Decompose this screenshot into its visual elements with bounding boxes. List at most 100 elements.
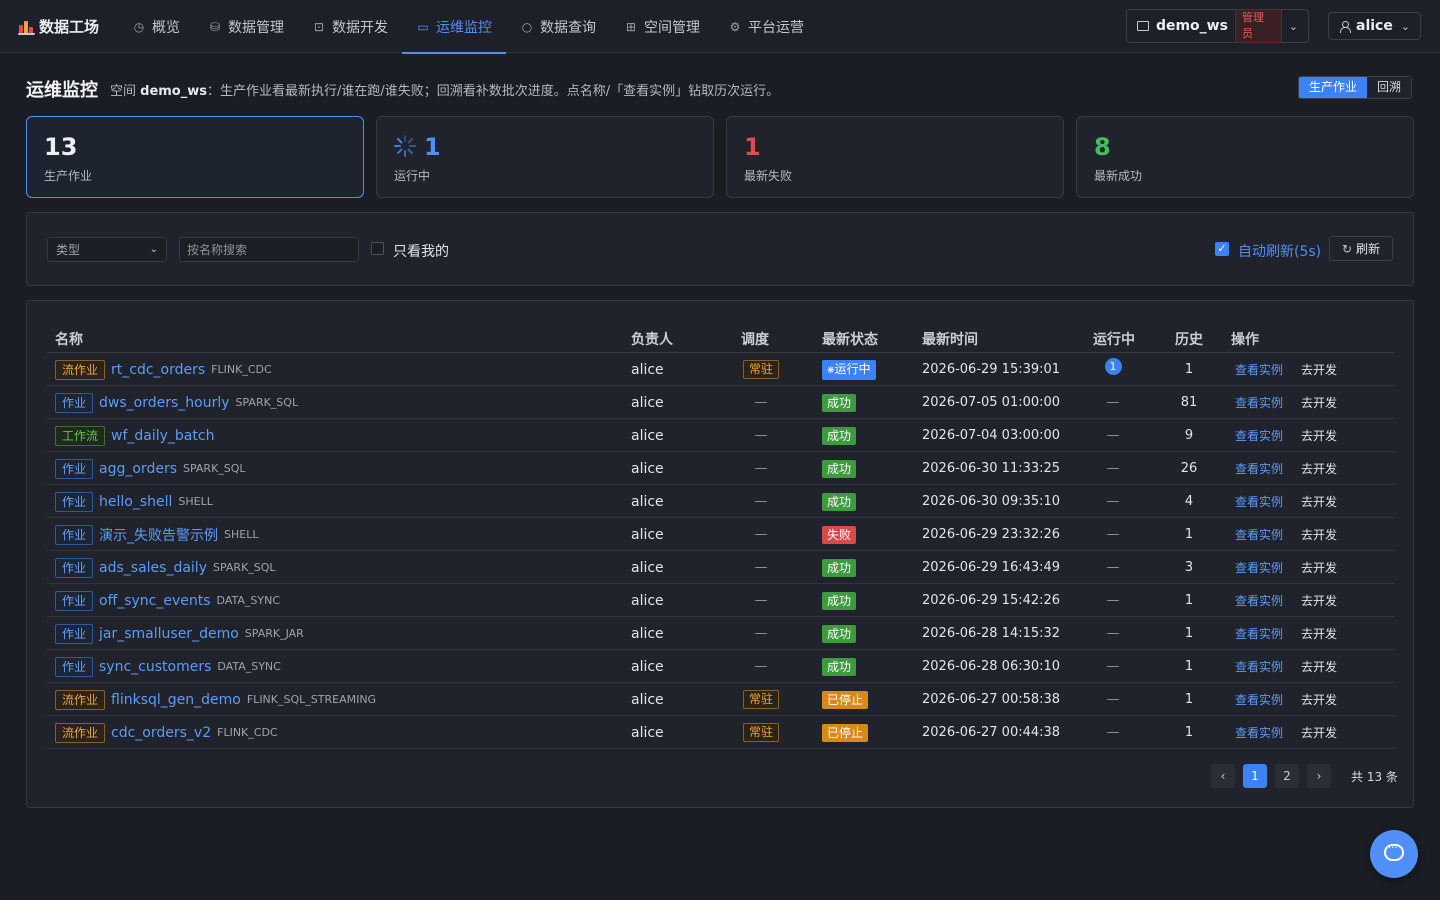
only-mine-checkbox[interactable]	[371, 242, 384, 255]
brand[interactable]: 数据工场	[18, 16, 99, 37]
job-name-link[interactable]: dws_orders_hourly	[99, 395, 230, 411]
view-instances-link[interactable]: 查看实例	[1235, 394, 1283, 411]
job-type: FLINK_SQL_STREAMING	[246, 693, 377, 706]
nav-label: 数据查询	[540, 19, 596, 36]
status-text: 失败	[827, 527, 852, 542]
job-name-link[interactable]: hello_shell	[99, 494, 172, 510]
status-badge: 成功	[822, 591, 857, 610]
history-count: 1	[1184, 692, 1194, 707]
nav-item-2[interactable]: ⊡ 数据开发	[298, 0, 402, 53]
table-row: 作业 agg_orders SPARK_SQL alice — 成功 2026-…	[47, 452, 1394, 485]
job-name-link[interactable]: wf_daily_batch	[111, 428, 214, 444]
go-develop-link[interactable]: 去开发	[1301, 559, 1337, 576]
view-instances-link[interactable]: 查看实例	[1235, 625, 1283, 642]
table-row: 作业 演示_失败告警示例 SHELL alice — 失败 2026-06-29…	[47, 518, 1394, 551]
go-develop-link[interactable]: 去开发	[1301, 526, 1337, 543]
job-kind-tag: 作业	[55, 590, 94, 611]
go-develop-link[interactable]: 去开发	[1301, 724, 1337, 741]
chat-button[interactable]	[1370, 830, 1418, 878]
actions-cell: 查看实例 去开发	[1235, 617, 1337, 650]
job-name-link[interactable]: 演示_失败告警示例	[99, 525, 218, 545]
job-kind-tag: 作业	[55, 491, 94, 512]
page-1[interactable]: 1	[1243, 764, 1267, 788]
nav-item-1[interactable]: ⛁ 数据管理	[194, 0, 298, 53]
running-empty: —	[1106, 692, 1120, 707]
nav-item-5[interactable]: ⊞ 空间管理	[610, 0, 714, 53]
go-develop-link[interactable]: 去开发	[1301, 460, 1337, 477]
job-name-link[interactable]: off_sync_events	[99, 593, 211, 609]
nav-item-0[interactable]: ◷ 概览	[118, 0, 194, 53]
stat-card-success[interactable]: 8 最新成功	[1076, 116, 1414, 198]
view-instances-link[interactable]: 查看实例	[1235, 526, 1283, 543]
prev-page-button[interactable]: ‹	[1211, 764, 1235, 788]
go-develop-link[interactable]: 去开发	[1301, 394, 1337, 411]
actions-cell: 查看实例 去开发	[1235, 650, 1337, 683]
job-name-link[interactable]: ads_sales_daily	[99, 560, 207, 576]
stat-label: 生产作业	[44, 169, 93, 183]
go-develop-link[interactable]: 去开发	[1301, 691, 1337, 708]
type-select[interactable]: 类型 ⌄	[47, 237, 167, 262]
owner: alice	[631, 691, 664, 708]
page-2[interactable]: 2	[1275, 764, 1299, 788]
next-page-button[interactable]: ›	[1307, 764, 1331, 788]
view-instances-link[interactable]: 查看实例	[1235, 559, 1283, 576]
refresh-label: 刷新	[1356, 242, 1381, 256]
user-menu[interactable]: alice ⌄	[1328, 12, 1421, 40]
auto-refresh-checkbox[interactable]: ✓	[1215, 242, 1229, 256]
running-count-badge: 1	[1104, 358, 1122, 375]
view-instances-link[interactable]: 查看实例	[1235, 691, 1283, 708]
schedule-cell: —	[741, 650, 781, 683]
job-type: SPARK_SQL	[235, 396, 299, 409]
stat-card-failed[interactable]: 1 最新失败	[726, 116, 1064, 198]
nav-item-6[interactable]: ⚙ 平台运营	[714, 0, 818, 53]
view-instances-link[interactable]: 查看实例	[1235, 427, 1283, 444]
go-develop-link[interactable]: 去开发	[1301, 625, 1337, 642]
chevron-down-icon: ⌄	[1400, 19, 1410, 33]
role-badge: 管理员	[1234, 9, 1282, 43]
status-badge: 失败	[822, 525, 857, 544]
nav-label: 数据管理	[228, 19, 284, 36]
job-name-link[interactable]: sync_customers	[99, 659, 211, 675]
status-cell: 成功	[822, 551, 857, 584]
search-input[interactable]	[179, 237, 359, 262]
nav-label: 数据开发	[332, 19, 388, 36]
nav-item-4[interactable]: ○ 数据查询	[506, 0, 610, 53]
go-develop-link[interactable]: 去开发	[1301, 493, 1337, 510]
nav-item-3[interactable]: ▭ 运维监控	[402, 0, 506, 54]
running-empty: —	[1106, 560, 1120, 575]
go-develop-link[interactable]: 去开发	[1301, 658, 1337, 675]
go-develop-link[interactable]: 去开发	[1301, 592, 1337, 609]
refresh-button[interactable]: ↻ 刷新	[1329, 236, 1393, 261]
stat-card-running[interactable]: 1 运行中	[376, 116, 714, 198]
view-instances-link[interactable]: 查看实例	[1235, 493, 1283, 510]
actions-cell: 查看实例 去开发	[1235, 518, 1337, 551]
view-instances-link[interactable]: 查看实例	[1235, 724, 1283, 741]
tab-production-jobs[interactable]: 生产作业	[1299, 77, 1368, 98]
job-name-link[interactable]: jar_smalluser_demo	[99, 626, 239, 642]
table-row: 流作业 flinksql_gen_demo FLINK_SQL_STREAMIN…	[47, 683, 1394, 716]
stat-card-production[interactable]: 13 生产作业	[26, 116, 364, 198]
view-instances-link[interactable]: 查看实例	[1235, 592, 1283, 609]
workspace-select[interactable]: demo_ws 管理员 ⌄	[1126, 9, 1309, 43]
go-develop-link[interactable]: 去开发	[1301, 427, 1337, 444]
go-develop-link[interactable]: 去开发	[1301, 361, 1337, 378]
owner: alice	[631, 658, 664, 675]
view-instances-link[interactable]: 查看实例	[1235, 460, 1283, 477]
main-nav: ◷ 概览 ⛁ 数据管理 ⊡ 数据开发 ▭ 运维监控 ○ 数据查询 ⊞ 空间管理 ⚙ 平台运营	[118, 0, 818, 54]
only-mine-label[interactable]: 只看我的	[393, 241, 449, 261]
job-name-link[interactable]: rt_cdc_orders	[111, 362, 205, 378]
view-instances-link[interactable]: 查看实例	[1235, 658, 1283, 675]
view-instances-link[interactable]: 查看实例	[1235, 361, 1283, 378]
owner: alice	[631, 625, 664, 642]
status-cell: 成功	[822, 452, 857, 485]
schedule-cell: —	[741, 386, 781, 419]
status-badge: 成功	[822, 393, 857, 412]
tab-backfill[interactable]: 回溯	[1367, 77, 1412, 98]
type-select-placeholder: 类型	[56, 243, 81, 257]
auto-refresh-label[interactable]: 自动刷新(5s)	[1238, 241, 1321, 261]
table-row: 作业 off_sync_events DATA_SYNC alice — 成功 …	[47, 584, 1394, 617]
job-name-link[interactable]: cdc_orders_v2	[111, 725, 211, 741]
status-text: 成功	[827, 560, 852, 575]
job-name-link[interactable]: flinksql_gen_demo	[111, 692, 241, 708]
job-name-link[interactable]: agg_orders	[99, 461, 177, 477]
